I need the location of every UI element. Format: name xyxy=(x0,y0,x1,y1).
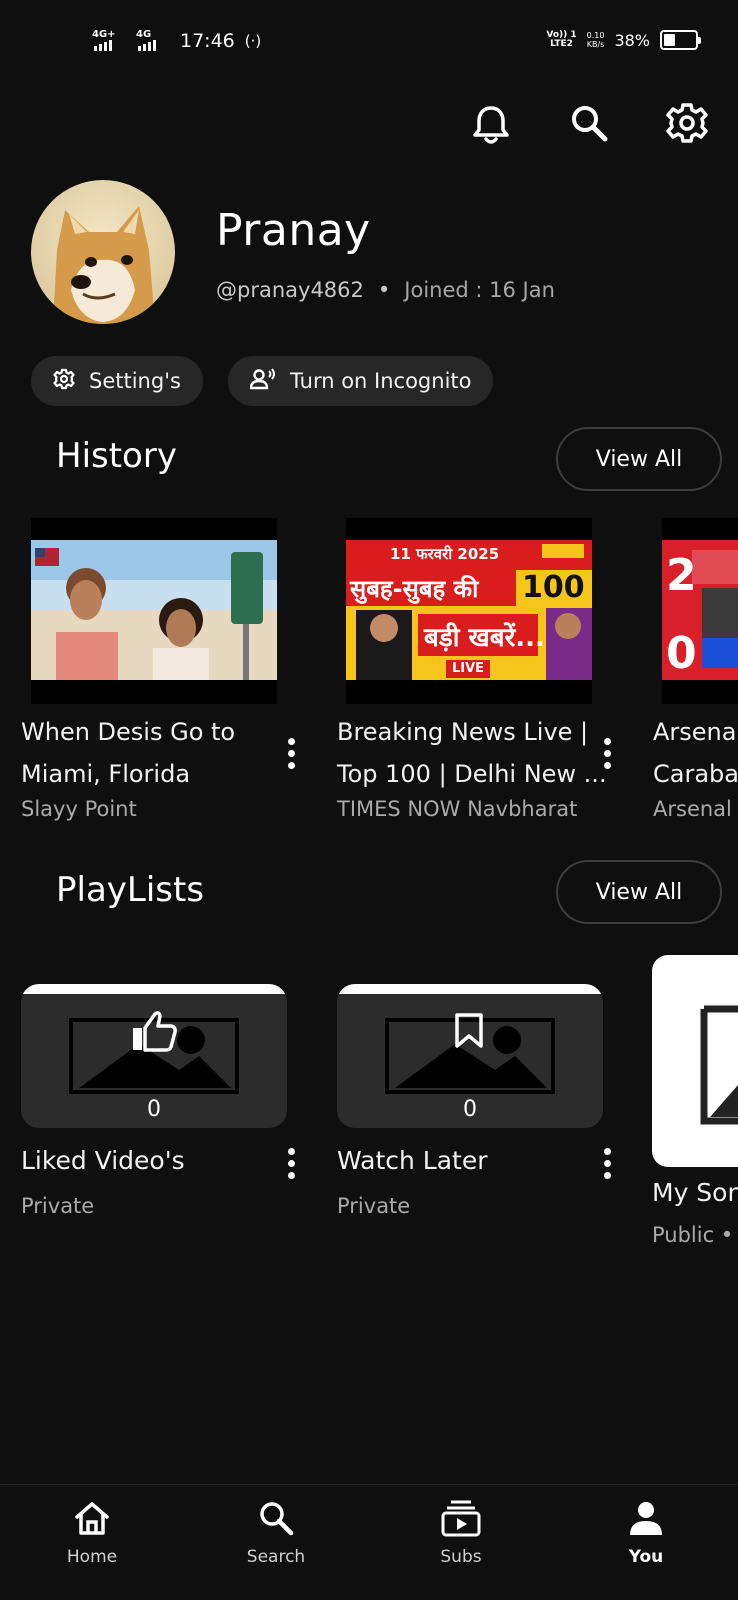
playlist-watch-later-privacy: Private xyxy=(337,1194,411,1218)
history-card-3-title-line1: Arsenal xyxy=(653,718,738,746)
history-card-3-info[interactable]: Arsenal Caraba Arsenal xyxy=(653,711,738,821)
thumb-2-date: 11 फरवरी 2025 xyxy=(390,545,500,563)
history-card-1-title-line1: When Desis Go to xyxy=(21,718,236,746)
playlist-liked-title[interactable]: Liked Video's xyxy=(21,1146,185,1175)
nav-subs-label: Subs xyxy=(440,1547,482,1567)
playlist-liked-count: 0 xyxy=(147,1097,161,1122)
joined-date: Joined : 16 Jan xyxy=(404,278,555,302)
settings-gear-icon[interactable] xyxy=(664,100,710,146)
history-card-3-title-line2: Caraba xyxy=(653,760,738,788)
search-icon xyxy=(257,1499,295,1541)
playlist-my-song-title[interactable]: My Song xyxy=(652,1178,738,1207)
playlist-watch-later-count: 0 xyxy=(463,1097,477,1122)
battery-percent: 38% xyxy=(614,30,650,50)
playlist-watch-later-title[interactable]: Watch Later xyxy=(337,1146,488,1175)
nav-you-label: You xyxy=(628,1547,664,1567)
avatar[interactable] xyxy=(31,180,175,324)
home-icon xyxy=(73,1499,111,1541)
clock: 17:46 xyxy=(180,30,235,52)
incognito-pill-label: Turn on Incognito xyxy=(290,369,472,393)
settings-pill-label: Setting's xyxy=(89,369,181,393)
incognito-pill-button[interactable]: Turn on Incognito xyxy=(228,356,494,406)
playlist-card-my-song[interactable] xyxy=(652,955,738,1167)
hotspot-icon: (·) xyxy=(244,32,262,50)
playlist-card-watch-later[interactable]: 0 xyxy=(337,984,603,1128)
history-thumbnail-2[interactable]: 11 फरवरी 2025 सुबह-सुबह की 100 बड़ी खबरे… xyxy=(346,518,592,704)
playlist-liked-more-icon[interactable] xyxy=(281,1143,301,1183)
profile-name: Pranay xyxy=(216,205,371,256)
profile-handle: @pranay4862 xyxy=(216,278,364,302)
volte-indicator: Vo)) 1 LTE2 xyxy=(546,30,577,49)
person-icon xyxy=(627,1499,665,1541)
signal-icon-2: 4G xyxy=(136,30,170,52)
thumb-2-number: 100 xyxy=(522,570,585,605)
nav-search[interactable]: Search xyxy=(216,1499,336,1567)
bookmark-icon xyxy=(454,1012,484,1054)
nav-you[interactable]: You xyxy=(586,1499,706,1567)
history-thumbnail-1[interactable] xyxy=(31,518,277,704)
profile-meta: @pranay4862 • Joined : 16 Jan xyxy=(216,278,555,302)
image-placeholder-icon xyxy=(700,1005,738,1125)
thumb-2-text-line2: बड़ी खबरें... xyxy=(424,623,545,653)
nav-subs[interactable]: Subs xyxy=(401,1499,521,1567)
history-card-2-title-line2: Top 100 | Delhi New ... xyxy=(337,760,607,788)
search-icon[interactable] xyxy=(566,100,612,146)
nav-home[interactable]: Home xyxy=(32,1499,152,1567)
notifications-bell-icon[interactable] xyxy=(468,102,514,148)
history-card-2-title-line1: Breaking News Live | xyxy=(337,718,589,746)
network-speed: 0.10 KB/s xyxy=(586,31,605,49)
status-bar-right: Vo)) 1 LTE2 0.10 KB/s 38% xyxy=(546,30,701,50)
playlist-card-liked[interactable]: 0 xyxy=(21,984,287,1128)
history-card-1-more-icon[interactable] xyxy=(281,733,301,773)
svg-text:2: 2 xyxy=(666,550,697,601)
playlist-watch-later-more-icon[interactable] xyxy=(597,1143,617,1183)
svg-text:0: 0 xyxy=(666,628,697,679)
subscriptions-icon xyxy=(441,1499,481,1541)
thumb-2-text-line1: सुबह-सुबह की xyxy=(350,575,479,603)
history-card-2-more-icon[interactable] xyxy=(597,733,617,773)
playlist-my-song-privacy: Public • S xyxy=(652,1223,738,1247)
incognito-icon xyxy=(249,367,276,395)
nav-home-label: Home xyxy=(66,1547,118,1567)
gear-icon xyxy=(53,368,75,395)
history-card-3-channel: Arsenal xyxy=(653,797,732,821)
bottom-navigation: Home Search Subs You xyxy=(0,1484,738,1600)
history-card-1-title-line2: Miami, Florida xyxy=(21,760,191,788)
thumb-2-live-badge: LIVE xyxy=(452,661,485,676)
history-title: History xyxy=(56,436,177,476)
history-card-2-info[interactable]: Breaking News Live | Top 100 | Delhi New… xyxy=(337,711,607,821)
playlists-view-all-button[interactable]: View All xyxy=(556,860,722,924)
history-view-all-button[interactable]: View All xyxy=(556,427,722,491)
thumbs-up-icon xyxy=(131,1010,177,1056)
history-thumbnail-3[interactable]: 2 0 xyxy=(662,518,738,704)
meta-separator: • xyxy=(377,278,391,302)
history-card-2-channel: TIMES NOW Navbharat xyxy=(337,797,578,821)
history-card-1-info[interactable]: When Desis Go to Miami, Florida Slayy Po… xyxy=(21,711,273,821)
battery-icon xyxy=(660,30,701,50)
signal-icon: 4G+ xyxy=(92,30,126,52)
settings-pill-button[interactable]: Setting's xyxy=(31,356,203,406)
history-card-1-channel: Slayy Point xyxy=(21,797,137,821)
playlist-liked-privacy: Private xyxy=(21,1194,95,1218)
status-bar-left: 4G+ 4G 17:46 (·) xyxy=(92,30,262,53)
playlists-title: PlayLists xyxy=(56,870,205,910)
nav-search-label: Search xyxy=(246,1547,306,1567)
